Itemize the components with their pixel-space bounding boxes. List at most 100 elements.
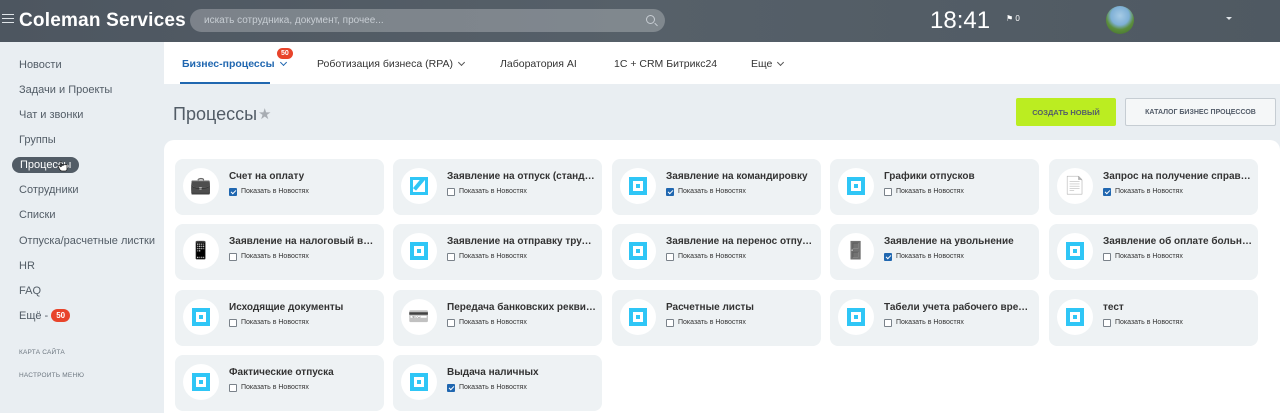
show-in-news-checkbox[interactable] (447, 319, 455, 327)
show-in-news-label[interactable]: Показать в Новостях (459, 253, 527, 260)
process-title[interactable]: Заявление на увольнение (884, 236, 1034, 247)
show-in-news-checkbox[interactable] (666, 188, 674, 196)
show-in-news-label[interactable]: Показать в Новостях (459, 384, 527, 391)
tab-more[interactable]: Еще (751, 58, 785, 70)
process-card[interactable]: Табели учета рабочего време... Показать в… (830, 290, 1039, 346)
process-title[interactable]: Расчетные листы (666, 302, 816, 313)
process-card[interactable]: Выдача наличных Показать в Новостях (393, 355, 602, 411)
process-card[interactable]: 📄 Запрос на получение справки... Показать … (1049, 159, 1258, 215)
show-in-news-label[interactable]: Показать в Новостях (241, 253, 309, 260)
show-in-news-checkbox[interactable] (447, 188, 455, 196)
sitemap-link[interactable]: КАРТА САЙТА (19, 349, 65, 356)
sidebar-item-processes[interactable]: Процессы (12, 157, 80, 173)
show-in-news-checkbox[interactable] (447, 384, 455, 392)
process-title[interactable]: Запрос на получение справки... (1103, 171, 1253, 182)
sidebar-item-lists[interactable]: Списки (19, 207, 56, 223)
tab-rpa[interactable]: Роботизация бизнеса (RPA) (317, 58, 466, 70)
sidebar-item-news[interactable]: Новости (19, 57, 62, 73)
show-in-news-checkbox[interactable] (884, 253, 892, 261)
process-card[interactable]: Фактические отпуска Показать в Новостях (175, 355, 384, 411)
menu-icon[interactable] (2, 14, 14, 26)
process-title[interactable]: Заявление на командировку (666, 171, 816, 182)
show-in-news-label[interactable]: Показать в Новостях (241, 319, 309, 326)
sidebar-item-faq[interactable]: FAQ (19, 283, 41, 299)
process-title[interactable]: Выдача наличных (447, 367, 597, 378)
process-card[interactable]: Заявление об оплате больни... Показать в … (1049, 224, 1258, 280)
show-in-news-checkbox[interactable] (229, 188, 237, 196)
process-title[interactable]: Табели учета рабочего време... (884, 302, 1034, 313)
sidebar-item-more[interactable]: Ещё -50 (19, 308, 71, 324)
exit-door-icon-glyph: 🚪 (845, 241, 867, 260)
process-title[interactable]: Заявление на перенос отпуска (666, 236, 816, 247)
process-card[interactable]: 💳 Передача банковских реквиз... Показать в… (393, 290, 602, 346)
clock[interactable]: 18:41 (930, 7, 990, 35)
user-name-blurred[interactable] (1140, 13, 1224, 27)
search-box[interactable] (190, 9, 665, 32)
sidebar-item-employees[interactable]: Сотрудники (19, 182, 79, 198)
process-card[interactable]: 🚪 Заявление на увольнение Показать в Новос… (830, 224, 1039, 280)
process-card[interactable]: 📱 Заявление на налоговый выч... Показать в… (175, 224, 384, 280)
show-in-news-checkbox[interactable] (1103, 188, 1111, 196)
process-card[interactable]: Графики отпусков Показать в Новостях (830, 159, 1039, 215)
show-in-news-checkbox[interactable] (447, 253, 455, 261)
tab-ai-lab[interactable]: Лаборатория AI (500, 58, 577, 70)
chevron-down-icon[interactable] (1226, 17, 1232, 23)
tab-business-processes[interactable]: Бизнес-процессы (182, 58, 287, 70)
show-in-news-label[interactable]: Показать в Новостях (896, 319, 964, 326)
process-title[interactable]: Заявление на налоговый выч... (229, 236, 379, 247)
sidebar-item-groups[interactable]: Группы (19, 132, 56, 148)
show-in-news-label[interactable]: Показать в Новостях (678, 253, 746, 260)
show-in-news-label[interactable]: Показать в Новостях (678, 319, 746, 326)
show-in-news-checkbox[interactable] (1103, 319, 1111, 327)
search-input[interactable] (190, 9, 630, 32)
show-in-news-checkbox[interactable] (229, 319, 237, 327)
show-in-news-label[interactable]: Показать в Новостях (896, 253, 964, 260)
process-title[interactable]: Исходящие документы (229, 302, 379, 313)
tab-1c-crm[interactable]: 1С + CRM Битрикс24 (614, 58, 717, 70)
process-title[interactable]: Графики отпусков (884, 171, 1034, 182)
sidebar-item-vacations[interactable]: Отпуска/расчетные листки (19, 233, 155, 249)
show-in-news-label[interactable]: Показать в Новостях (678, 188, 746, 195)
process-title[interactable]: тест (1103, 302, 1253, 313)
show-in-news-label[interactable]: Показать в Новостях (241, 188, 309, 195)
process-card[interactable]: Заявление на командировку Показать в Ново… (612, 159, 821, 215)
sidebar-item-hr[interactable]: HR (19, 258, 35, 274)
sidebar-item-chat[interactable]: Чат и звонки (19, 107, 83, 123)
process-card[interactable]: Заявление на перенос отпуска Показать в Н… (612, 224, 821, 280)
sidebar-item-tasks[interactable]: Задачи и Проекты (19, 82, 112, 98)
process-title[interactable]: Фактические отпуска (229, 367, 379, 378)
show-in-news-label[interactable]: Показать в Новостях (1115, 188, 1183, 195)
brand-title[interactable]: Coleman Services (19, 10, 186, 32)
show-in-news-checkbox[interactable] (884, 319, 892, 327)
process-card[interactable]: тест Показать в Новостях (1049, 290, 1258, 346)
configure-menu-link[interactable]: НАСТРОИТЬ МЕНЮ (19, 372, 84, 379)
search-icon[interactable] (646, 15, 655, 24)
create-new-button[interactable]: СОЗДАТЬ НОВЫЙ (1016, 98, 1116, 126)
star-icon[interactable]: ★ (258, 105, 271, 123)
process-card[interactable]: 💼 Счет на оплату Показать в Новостях (175, 159, 384, 215)
process-card[interactable]: Заявление на отправку трудо... Показать в… (393, 224, 602, 280)
show-in-news-label[interactable]: Показать в Новостях (896, 188, 964, 195)
show-in-news-label[interactable]: Показать в Новостях (241, 384, 309, 391)
flag-counter[interactable]: ⚑ 0 (1006, 14, 1020, 23)
process-title[interactable]: Заявление на отправку трудо... (447, 236, 597, 247)
show-in-news-label[interactable]: Показать в Новостях (1115, 319, 1183, 326)
show-in-news-label[interactable]: Показать в Новостях (459, 188, 527, 195)
process-catalog-button[interactable]: КАТАЛОГ БИЗНЕС ПРОЦЕССОВ (1125, 98, 1276, 126)
process-title[interactable]: Заявление об оплате больни... (1103, 236, 1253, 247)
show-in-news-label[interactable]: Показать в Новостях (1115, 253, 1183, 260)
show-in-news-checkbox[interactable] (666, 319, 674, 327)
process-card[interactable]: Заявление на отпуск (стандар... Показать … (393, 159, 602, 215)
process-title[interactable]: Заявление на отпуск (стандар... (447, 171, 597, 182)
process-title[interactable]: Передача банковских реквиз... (447, 302, 597, 313)
show-in-news-checkbox[interactable] (884, 188, 892, 196)
show-in-news-label[interactable]: Показать в Новостях (459, 319, 527, 326)
process-title[interactable]: Счет на оплату (229, 171, 379, 182)
process-card[interactable]: Расчетные листы Показать в Новостях (612, 290, 821, 346)
show-in-news-checkbox[interactable] (1103, 253, 1111, 261)
show-in-news-checkbox[interactable] (666, 253, 674, 261)
show-in-news-checkbox[interactable] (229, 253, 237, 261)
show-in-news-checkbox[interactable] (229, 384, 237, 392)
avatar[interactable] (1106, 6, 1134, 34)
process-card[interactable]: Исходящие документы Показать в Новостях (175, 290, 384, 346)
